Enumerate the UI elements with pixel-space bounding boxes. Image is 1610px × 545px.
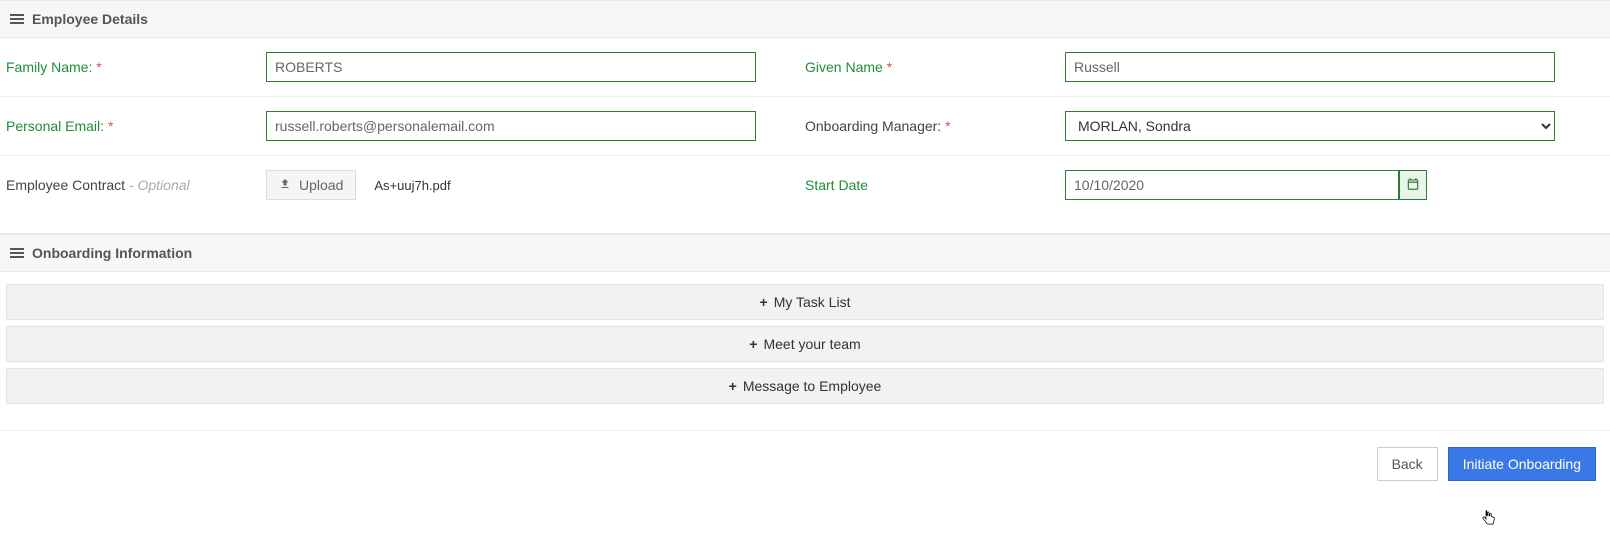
back-label: Back [1392,456,1423,472]
menu-icon [10,14,24,24]
initiate-onboarding-button[interactable]: Initiate Onboarding [1448,447,1596,481]
required-icon: * [887,59,892,75]
calendar-button[interactable] [1399,170,1427,200]
personal-email-label: Personal Email: * [6,118,266,134]
required-icon: * [96,59,101,75]
pointer-cursor-icon [1480,507,1498,529]
upload-label: Upload [299,177,343,193]
calendar-icon [1406,177,1420,194]
optional-text: - Optional [129,177,190,193]
upload-button[interactable]: Upload [266,170,356,200]
family-name-input[interactable] [266,52,756,82]
given-name-input[interactable] [1065,52,1555,82]
plus-icon: + [760,294,768,310]
item-label: Message to Employee [743,378,882,394]
employee-details-header[interactable]: Employee Details [0,0,1610,38]
plus-icon: + [749,336,757,352]
required-icon: * [945,118,950,134]
menu-icon [10,248,24,258]
message-employee-item[interactable]: + Message to Employee [6,368,1604,404]
meet-team-item[interactable]: + Meet your team [6,326,1604,362]
plus-icon: + [729,378,737,394]
initiate-label: Initiate Onboarding [1463,456,1581,472]
start-date-label: Start Date [805,177,1065,193]
employee-contract-label: Employee Contract - Optional [6,177,266,193]
onboarding-info-header[interactable]: Onboarding Information [0,234,1610,272]
employee-details-title: Employee Details [32,11,148,27]
family-name-label: Family Name: * [6,59,266,75]
onboarding-info-title: Onboarding Information [32,245,192,261]
item-label: My Task List [774,294,851,310]
start-date-input[interactable] [1065,170,1399,200]
item-label: Meet your team [763,336,860,352]
onboarding-manager-select[interactable]: MORLAN, Sondra [1065,111,1555,141]
task-list-item[interactable]: + My Task List [6,284,1604,320]
personal-email-input[interactable] [266,111,756,141]
upload-icon [279,177,291,193]
given-name-label: Given Name * [805,59,1065,75]
uploaded-file-name: As+uuj7h.pdf [374,178,450,193]
back-button[interactable]: Back [1377,447,1438,481]
onboarding-manager-label: Onboarding Manager: * [805,118,1065,134]
required-icon: * [108,118,113,134]
